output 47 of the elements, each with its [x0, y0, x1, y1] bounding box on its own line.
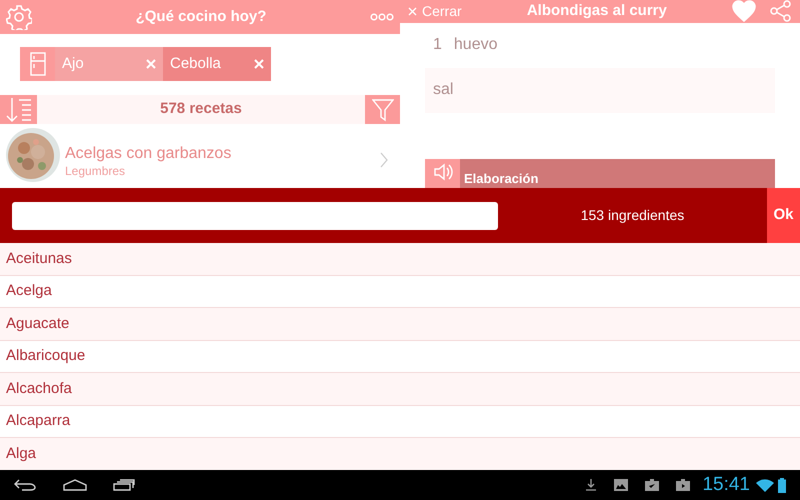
- ingredient-quantity: 1: [433, 35, 442, 55]
- remove-icon[interactable]: [146, 59, 156, 70]
- ingredient-option[interactable]: Alcachofa: [0, 373, 800, 406]
- remove-icon[interactable]: [254, 59, 264, 70]
- back-icon[interactable]: [14, 479, 36, 491]
- chip-label: Ajo: [62, 54, 85, 74]
- share-icon[interactable]: [770, 0, 792, 22]
- sort-icon: [4, 96, 32, 123]
- filter-icon: [372, 98, 394, 122]
- ingredient-option[interactable]: Alcaparra: [0, 406, 800, 438]
- fridge-icon: [30, 52, 46, 76]
- sort-button[interactable]: [0, 95, 37, 124]
- briefcase-icon: [676, 479, 690, 491]
- filter-button[interactable]: [365, 95, 400, 124]
- speaker-icon: [432, 162, 452, 180]
- ingredient-count: 153 ingredientes: [580, 206, 686, 225]
- close-icon: [408, 6, 417, 16]
- image-icon: [614, 479, 628, 491]
- wifi-icon: [756, 478, 774, 492]
- ingredient-option[interactable]: Aceitunas: [0, 243, 800, 276]
- ingredient-name: sal: [433, 80, 454, 100]
- search-field[interactable]: [12, 202, 498, 230]
- chevron-icon: [380, 152, 388, 168]
- clock: 15:41: [702, 472, 750, 497]
- more-icon[interactable]: [370, 13, 394, 22]
- battery-icon: [778, 478, 786, 492]
- ingredient-option[interactable]: Alga: [0, 438, 800, 470]
- recipe-name: Acelgas con garbanzos: [65, 144, 232, 164]
- ingredient-option[interactable]: Albaricoque: [0, 340, 800, 373]
- section-title: Elaboración: [464, 170, 538, 186]
- speaker-button[interactable]: [425, 158, 460, 188]
- ingredient-name: huevo: [454, 35, 498, 55]
- settings-icon[interactable]: [6, 4, 32, 30]
- ingredient-option[interactable]: Acelga: [0, 276, 800, 308]
- app-title: ¿Qué cocino hoy?: [134, 6, 268, 27]
- fridge-button[interactable]: [20, 47, 55, 82]
- recipe-title: Albondigas al curry: [526, 1, 668, 21]
- home-icon[interactable]: [63, 479, 87, 491]
- heart-icon[interactable]: [732, 0, 756, 22]
- briefcase-icon: [645, 479, 660, 491]
- ok-button[interactable]: Ok: [767, 188, 800, 243]
- recipe-count: 578 recetas: [159, 99, 243, 120]
- ingredient-option[interactable]: Aguacate: [0, 308, 800, 340]
- download-icon: [586, 479, 596, 491]
- chip-label: Cebolla: [170, 54, 222, 74]
- recipe-category: Legumbres: [65, 164, 126, 178]
- recents-icon[interactable]: [113, 479, 135, 491]
